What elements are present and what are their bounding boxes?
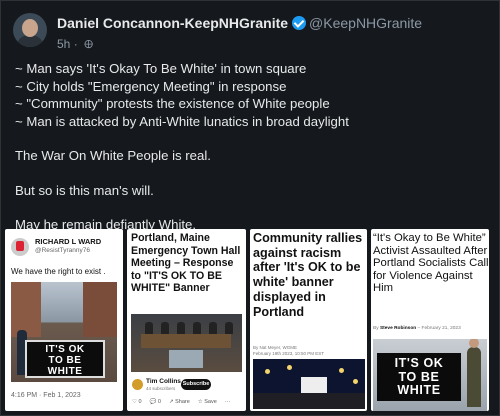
channel-avatar bbox=[132, 379, 143, 390]
video-headline: Portland, Maine Emergency Town Hall Meet… bbox=[131, 232, 241, 295]
media-image-3[interactable]: Community rallies against racism after '… bbox=[250, 229, 367, 411]
rally-photo bbox=[253, 359, 365, 409]
chair bbox=[145, 322, 153, 334]
light bbox=[287, 365, 292, 370]
embedded-avatar bbox=[11, 238, 29, 256]
chair bbox=[225, 322, 233, 334]
tweet-card: Daniel Concannon-KeepNHGranite @KeepNHGra… bbox=[0, 0, 500, 416]
light bbox=[353, 379, 358, 384]
light bbox=[265, 369, 270, 374]
protest-sign bbox=[301, 377, 327, 393]
globe-icon: 🜨 bbox=[84, 39, 94, 51]
banner-photo: IT'S OK TO BE WHITE bbox=[373, 339, 487, 411]
tweet-paragraph: But so is this man's will. bbox=[15, 182, 154, 198]
article-byline: By Steve Robinson – February 21, 2023 bbox=[373, 326, 461, 331]
tweet-line: ~ Man is attacked by Anti-White lunatics… bbox=[15, 113, 349, 129]
crowd bbox=[253, 393, 365, 409]
tweet-meta: 5h · 🜨 bbox=[57, 33, 93, 55]
embedded-tweet-text: We have the right to exist . bbox=[11, 267, 106, 276]
banner-sign: IT'S OK TO BE WHITE bbox=[25, 340, 105, 378]
tweet-paragraph: The War On White People is real. bbox=[15, 148, 211, 163]
chair bbox=[177, 322, 185, 334]
media-image-2[interactable]: Portland, Maine Emergency Town Hall Meet… bbox=[127, 229, 246, 411]
monitor bbox=[169, 350, 203, 368]
tweet-line: ~ Man says 'It's Okay To Be White' in to… bbox=[15, 61, 307, 76]
author-avatar[interactable] bbox=[13, 13, 47, 47]
embedded-photo: IT'S OK TO BE WHITE bbox=[11, 282, 117, 382]
article-date: – February 21, 2023 bbox=[417, 326, 461, 331]
more-icon: ··· bbox=[224, 399, 231, 405]
video-actions: ♡ 0 💬 0 ↗ Share ☆ Save ··· bbox=[132, 396, 240, 408]
building bbox=[83, 282, 117, 337]
banner-sign: IT'S OK TO BE WHITE bbox=[377, 353, 461, 401]
tweet-body: ~ Man says 'It's Okay To Be White' in to… bbox=[15, 60, 485, 234]
like-count: ♡ 0 bbox=[132, 399, 142, 405]
article-headline: Community rallies against racism after '… bbox=[253, 231, 363, 319]
chair bbox=[161, 322, 169, 334]
author-line: Daniel Concannon-KeepNHGranite @KeepNHGra… bbox=[57, 15, 422, 31]
author-name[interactable]: Daniel Concannon-KeepNHGranite bbox=[57, 15, 288, 31]
tweet-time[interactable]: 5h bbox=[57, 37, 70, 51]
tweet-line: ~ City holds "Emergency Meeting" in resp… bbox=[15, 78, 287, 94]
article-headline: “It's Okay to Be White” Activist Assault… bbox=[373, 232, 489, 295]
meta-separator: · bbox=[73, 37, 78, 51]
avatar-face bbox=[22, 19, 38, 37]
tweet-header: Daniel Concannon-KeepNHGranite @KeepNHGra… bbox=[13, 13, 483, 51]
council-desk bbox=[141, 334, 231, 348]
byline-prefix: By bbox=[373, 326, 379, 331]
banner-line: WHITE bbox=[397, 383, 441, 397]
verified-badge-icon bbox=[292, 16, 307, 30]
building bbox=[11, 282, 41, 337]
media-image-1[interactable]: RICHARD L WARD @ResistTyranny76 We have … bbox=[5, 229, 123, 411]
light bbox=[339, 368, 344, 373]
channel-name: Tim Collins bbox=[146, 378, 181, 385]
chair bbox=[209, 322, 217, 334]
subscribe-button: Subscribe bbox=[181, 379, 211, 390]
person-figure bbox=[467, 339, 481, 407]
embedded-author-handle: @ResistTyranny76 bbox=[35, 247, 91, 254]
embedded-author-name: RICHARD L WARD bbox=[35, 237, 102, 246]
banner-line: TO BE bbox=[398, 369, 440, 384]
save-action: ☆ Save bbox=[197, 399, 217, 405]
share-action: ↗ Share bbox=[168, 399, 190, 405]
article-byline: By Nat Meyer, WGME bbox=[253, 345, 298, 350]
embedded-date: 4:16 PM · Feb 1, 2023 bbox=[11, 392, 81, 399]
banner-line: WHITE bbox=[47, 366, 83, 377]
banner-line: IT'S OK bbox=[45, 344, 85, 355]
media-grid: RICHARD L WARD @ResistTyranny76 We have … bbox=[5, 229, 489, 411]
banner-line: IT'S OK bbox=[394, 356, 444, 370]
article-date: February 19th 2023, 10:50 PM EST bbox=[253, 351, 325, 356]
banner-line: TO BE bbox=[48, 355, 82, 366]
tweet-line: ~ "Community" protests the existence of … bbox=[15, 96, 330, 111]
media-image-4[interactable]: “It's Okay to Be White” Activist Assault… bbox=[371, 229, 489, 411]
author-handle[interactable]: @KeepNHGranite bbox=[309, 15, 422, 31]
chair bbox=[193, 322, 201, 334]
channel-subscribers: 44 subscribers bbox=[146, 386, 176, 391]
article-author: Steve Robinson bbox=[379, 326, 417, 331]
town-hall-photo bbox=[131, 314, 242, 372]
comment-count: 💬 0 bbox=[149, 399, 161, 405]
